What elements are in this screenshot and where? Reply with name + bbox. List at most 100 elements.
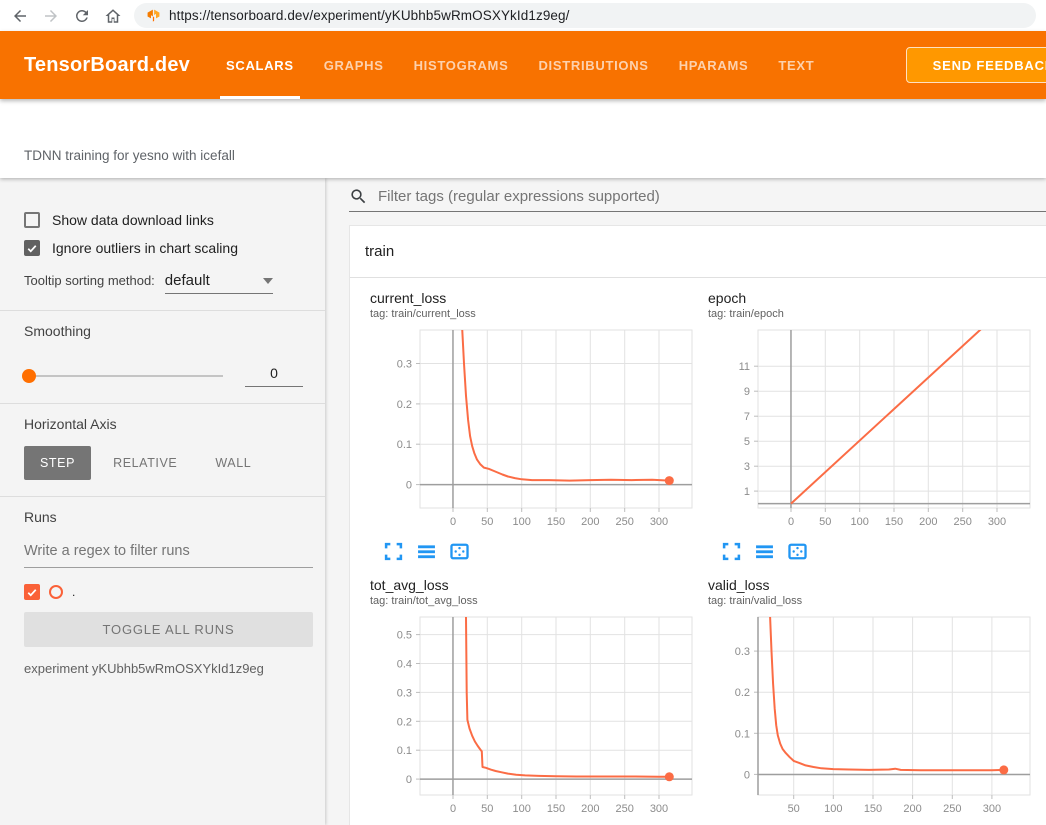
svg-text:200: 200	[581, 516, 599, 528]
chart-title: epoch	[708, 290, 1032, 306]
fullscreen-icon[interactable]	[722, 542, 741, 561]
tab-distributions[interactable]: DISTRIBUTIONS	[532, 31, 654, 99]
tab-graphs[interactable]: GRAPHS	[318, 31, 390, 99]
checkbox-checked-icon[interactable]	[24, 240, 40, 256]
svg-text:1: 1	[744, 486, 750, 498]
fit-domain-icon[interactable]	[788, 542, 807, 561]
chart-card-tot_avg_loss: tot_avg_losstag: train/tot_avg_loss05010…	[356, 577, 694, 825]
run-checkbox-icon[interactable]	[24, 584, 40, 600]
chart-tag: tag: train/tot_avg_loss	[370, 595, 694, 607]
smoothing-slider[interactable]	[24, 375, 223, 377]
settings-sidebar: Show data download links Ignore outliers…	[0, 178, 325, 825]
nav-tabs: SCALARS GRAPHS HISTOGRAMSDISTRIBUTIONS HPAR…	[220, 31, 820, 99]
tab-hparams[interactable]: HPARAMS	[673, 31, 755, 99]
section-header-train[interactable]: train	[350, 226, 1046, 278]
checkbox-label: Ignore outliers in chart scaling	[52, 240, 238, 256]
pin-runs-icon[interactable]	[417, 542, 436, 561]
axis-option-wall[interactable]: WALL	[199, 446, 267, 480]
slider-thumb[interactable]	[22, 369, 36, 383]
runs-section: Runs . TOGGLE ALL RUNS experiment yKUbhb…	[0, 496, 325, 692]
chart-card-current_loss: current_loss tag: train/current_loss 0 50 10…	[356, 290, 694, 571]
chart-tag: tag: train/epoch	[708, 308, 1032, 320]
tensorboard-favicon-icon	[146, 8, 161, 23]
experiment-title-band: TDNN training for yesno with icefall	[0, 99, 1046, 178]
pin-runs-icon[interactable]	[755, 542, 774, 561]
svg-text:0.5: 0.5	[397, 630, 412, 642]
ignore-outliers-checkbox-row[interactable]: Ignore outliers in chart scaling	[24, 240, 313, 256]
smoothing-label: Smoothing	[24, 323, 313, 339]
svg-text:200: 200	[919, 516, 937, 528]
run-row[interactable]: .	[24, 584, 313, 600]
svg-text:0.1: 0.1	[735, 728, 750, 740]
svg-text:0.1: 0.1	[397, 439, 412, 451]
svg-text:200: 200	[581, 803, 599, 815]
svg-text:250: 250	[616, 803, 634, 815]
svg-text:0.1: 0.1	[397, 745, 412, 757]
charts-grid: current_losstag: train/current_loss05010…	[350, 278, 1046, 825]
tooltip-sorting-label: Tooltip sorting method:	[24, 273, 155, 288]
tooltip-sorting-select[interactable]: default	[165, 272, 273, 294]
axis-option-step[interactable]: STEP	[24, 446, 91, 480]
tag-filter-row	[349, 182, 1046, 212]
show-download-links-checkbox-row[interactable]: Show data download links	[24, 212, 313, 228]
checkbox-label: Show data download links	[52, 212, 214, 228]
svg-text:0.3: 0.3	[397, 687, 412, 699]
svg-text:5: 5	[744, 436, 750, 448]
url-text: https://tensorboard.dev/experiment/yKUbh…	[169, 8, 570, 23]
send-feedback-button[interactable]: SEND FEEDBACK	[906, 47, 1046, 83]
svg-text:0: 0	[406, 480, 412, 492]
url-bar[interactable]: https://tensorboard.dev/experiment/yKUbh…	[134, 3, 1036, 28]
svg-text:0: 0	[406, 774, 412, 786]
reload-icon[interactable]	[72, 6, 91, 25]
app-header: TensorBoard.dev SCALARSGRAPHSHISTOGRAMSD…	[0, 31, 1046, 99]
svg-text:50: 50	[788, 803, 800, 815]
chart-title: current_loss	[370, 290, 694, 306]
svg-text:50: 50	[481, 803, 493, 815]
chart-plot-area[interactable]: 5010015020025030000.10.20.3	[708, 614, 1044, 825]
checkbox-unchecked-icon[interactable]	[24, 212, 40, 228]
experiment-id-label: experiment yKUbhb5wRmOSXYkId1z9eg	[24, 661, 313, 676]
svg-text:9: 9	[744, 386, 750, 398]
toggle-all-runs-button[interactable]: TOGGLE ALL RUNS	[24, 612, 313, 647]
svg-text:150: 150	[864, 803, 882, 815]
tab-scalars[interactable]: SCALARS	[220, 31, 300, 99]
chart-plot-area[interactable]: 05010015020025030000.10.20.3	[370, 327, 706, 539]
svg-text:0: 0	[450, 516, 456, 528]
scalars-dashboard: train current_loss tag: train/current_los…	[325, 178, 1046, 825]
svg-text:150: 150	[885, 516, 903, 528]
chart-card-epoch: epochtag: train/epoch0501001502002503001…	[694, 290, 1032, 571]
smoothing-value[interactable]: 0	[245, 365, 303, 387]
svg-text:200: 200	[903, 803, 921, 815]
svg-text:100: 100	[824, 803, 842, 815]
fullscreen-icon[interactable]	[384, 542, 403, 561]
chart-tag: tag: train/current_loss	[370, 308, 694, 320]
home-icon[interactable]	[103, 6, 122, 25]
runs-filter-input[interactable]	[24, 535, 313, 568]
tab-histograms[interactable]: HISTOGRAMS	[408, 31, 515, 99]
svg-text:0: 0	[788, 516, 794, 528]
tab-text[interactable]: TEXT	[772, 31, 820, 99]
browser-toolbar: https://tensorboard.dev/experiment/yKUbh…	[0, 0, 1046, 31]
forward-icon[interactable]	[41, 6, 60, 25]
chart-card-valid_loss: valid_losstag: train/valid_loss501001502…	[694, 577, 1032, 825]
back-icon[interactable]	[10, 6, 29, 25]
chart-actions	[722, 542, 1032, 561]
chart-plot-area[interactable]: 05010015020025030000.10.20.30.40.5	[370, 614, 706, 825]
svg-text:0: 0	[744, 769, 750, 781]
svg-text:50: 50	[481, 516, 493, 528]
chart-tag: tag: train/valid_loss	[708, 595, 1032, 607]
runs-list: .	[24, 584, 313, 600]
runs-label: Runs	[24, 509, 313, 525]
axis-option-relative[interactable]: RELATIVE	[97, 446, 193, 480]
fit-domain-icon[interactable]	[450, 542, 469, 561]
svg-text:0.4: 0.4	[397, 659, 412, 671]
svg-text:0.2: 0.2	[397, 399, 412, 411]
horizontal-axis-label: Horizontal Axis	[24, 416, 313, 432]
tag-filter-input[interactable]	[378, 188, 1046, 205]
svg-text:150: 150	[547, 516, 565, 528]
svg-text:250: 250	[943, 803, 961, 815]
svg-text:300: 300	[988, 516, 1006, 528]
svg-text:100: 100	[513, 516, 531, 528]
svg-text:0: 0	[450, 803, 456, 815]
chart-plot-area[interactable]: 0501001502002503001357911	[708, 327, 1044, 539]
